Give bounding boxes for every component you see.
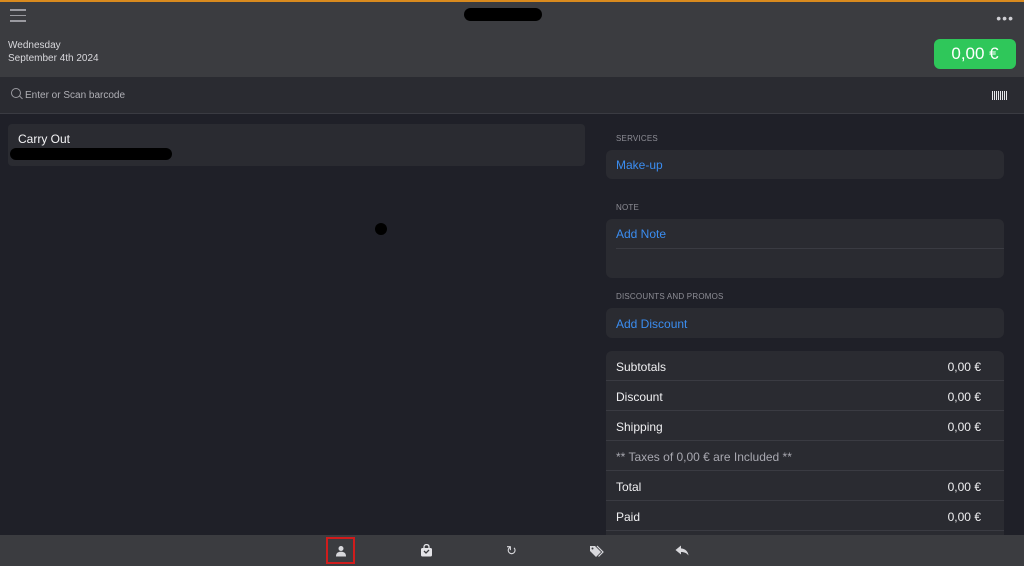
discounts-label: DISCOUNTS AND PROMOS [616, 292, 724, 301]
paid-row: Paid 0,00 € [606, 501, 1004, 531]
redacted-customer [10, 148, 172, 160]
taxes-note: ** Taxes of 0,00 € are Included ** [616, 450, 792, 464]
total-row: Total 0,00 € [606, 471, 1004, 501]
shipping-row: Shipping 0,00 € [606, 411, 1004, 441]
discount-row: Discount 0,00 € [606, 381, 1004, 411]
order-type-card[interactable]: Carry Out [8, 124, 585, 166]
redacted-title [464, 8, 542, 21]
total-label: Total [616, 480, 642, 494]
tags-icon [590, 545, 604, 557]
subtotals-value: 0,00 € [947, 360, 981, 374]
reply-icon [675, 545, 688, 556]
paid-value: 0,00 € [947, 510, 981, 524]
taxes-row: ** Taxes of 0,00 € are Included ** [606, 441, 1004, 471]
shipping-label: Shipping [616, 420, 663, 434]
tab-discounts[interactable] [582, 537, 611, 564]
date-day: Wednesday [8, 40, 61, 51]
note-card[interactable]: Add Note [606, 219, 1004, 278]
bag-icon [421, 544, 432, 557]
shipping-value: 0,00 € [947, 420, 981, 434]
charge-total-button[interactable]: 0,00 € [934, 39, 1016, 69]
note-divider [616, 248, 1004, 249]
add-note-button[interactable]: Add Note [616, 227, 666, 241]
discount-value: 0,00 € [947, 390, 981, 404]
tab-return[interactable] [667, 537, 696, 564]
order-type-label: Carry Out [18, 132, 71, 146]
date-full: September 4th 2024 [8, 53, 99, 64]
search-icon [11, 88, 21, 98]
more-options-icon[interactable]: ••• [996, 10, 1014, 26]
tab-cart[interactable] [412, 537, 441, 564]
note-label: NOTE [616, 203, 640, 212]
services-label: SERVICES [616, 134, 658, 143]
refresh-icon: ↻ [506, 542, 517, 558]
top-bar: test ••• Wednesday September 4th 2024 0,… [0, 0, 1024, 77]
search-bar [0, 77, 1024, 114]
bottom-tab-bar: ↻ [0, 535, 1024, 566]
search-input[interactable] [25, 86, 525, 104]
cursor-dot [375, 223, 387, 235]
discount-label: Discount [616, 390, 663, 404]
discounts-card[interactable]: Add Discount [606, 308, 1004, 338]
total-value: 0,00 € [947, 480, 981, 494]
subtotals-label: Subtotals [616, 360, 667, 374]
totals-card: Subtotals 0,00 € Discount 0,00 € Shippin… [606, 351, 1004, 535]
barcode-icon[interactable] [992, 91, 1008, 100]
paid-label: Paid [616, 510, 641, 524]
subtotals-row: Subtotals 0,00 € [606, 351, 1004, 381]
tab-customer[interactable] [326, 537, 355, 564]
services-card[interactable]: Make-up [606, 150, 1004, 179]
tab-refresh[interactable]: ↻ [497, 537, 526, 564]
customer-icon [335, 545, 346, 556]
add-discount-button[interactable]: Add Discount [616, 317, 687, 331]
service-item[interactable]: Make-up [616, 158, 663, 172]
